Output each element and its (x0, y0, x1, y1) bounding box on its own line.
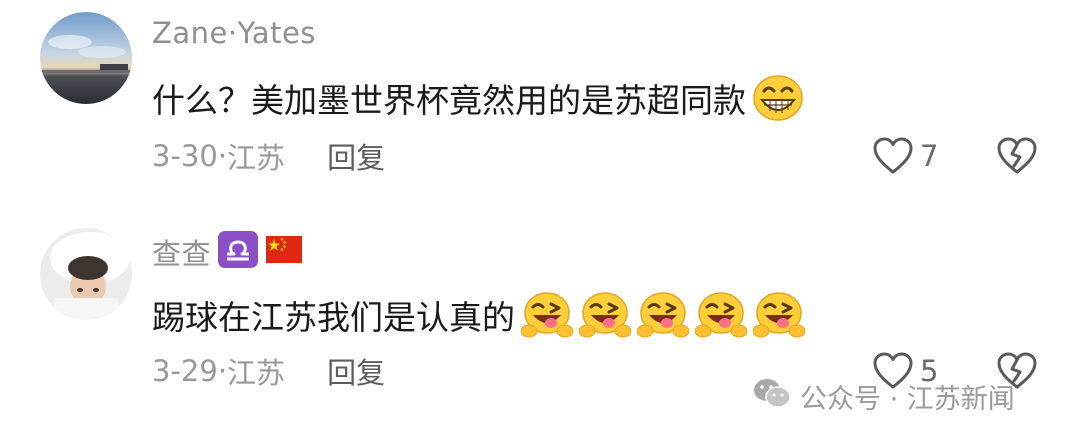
meta-separator: · (217, 139, 228, 173)
avatar[interactable] (40, 228, 132, 320)
watermark: 公众号 · 江苏新闻 (752, 376, 1015, 417)
reply-button[interactable]: 回复 (327, 350, 385, 392)
dislike-button[interactable] (996, 134, 1038, 178)
comment-meta: 3-30 · 江苏 回复 (152, 136, 385, 176)
comment-date: 3-29 (152, 354, 218, 388)
heart-icon (873, 137, 913, 174)
meta-separator: · (217, 354, 228, 388)
comment-body: 踢球在江苏我们是认真的 (152, 298, 515, 337)
comment-location: 江苏 (227, 356, 286, 390)
broken-heart-icon (997, 137, 1037, 174)
comment-location: 江苏 (227, 141, 286, 175)
comment-item: Zane·Yates 什么？美加墨世界杯竟然用的是苏超同款 3-30 · 江苏 … (0, 0, 1080, 215)
winking-tongue-face-icon (752, 291, 806, 339)
grinning-face-icon (752, 74, 804, 122)
winking-tongue-face-icon (520, 291, 574, 339)
winking-tongue-face-icon (694, 291, 748, 339)
comment-text: 什么？美加墨世界杯竟然用的是苏超同款 (152, 74, 804, 122)
comment-date: 3-30 (152, 139, 218, 173)
watermark-label: 公众号 · 江苏新闻 (800, 384, 1015, 415)
username[interactable]: 查查 (152, 231, 211, 273)
like-count: 7 (920, 139, 939, 173)
winking-tongue-face-icon (636, 291, 690, 339)
comment-body: 什么？美加墨世界杯竟然用的是苏超同款 (152, 81, 746, 120)
comment-meta: 3-29 · 江苏 回复 (152, 351, 385, 391)
china-flag-icon (266, 236, 302, 263)
user-badges (218, 231, 302, 268)
username[interactable]: Zane·Yates (152, 16, 316, 50)
avatar[interactable] (40, 12, 132, 104)
reply-button[interactable]: 回复 (327, 135, 385, 177)
libra-zodiac-icon (218, 231, 258, 268)
comment-text: 踢球在江苏我们是认真的 (152, 291, 806, 339)
winking-tongue-face-icon (578, 291, 632, 339)
wechat-icon (752, 376, 792, 417)
like-button[interactable]: 7 (872, 134, 938, 178)
